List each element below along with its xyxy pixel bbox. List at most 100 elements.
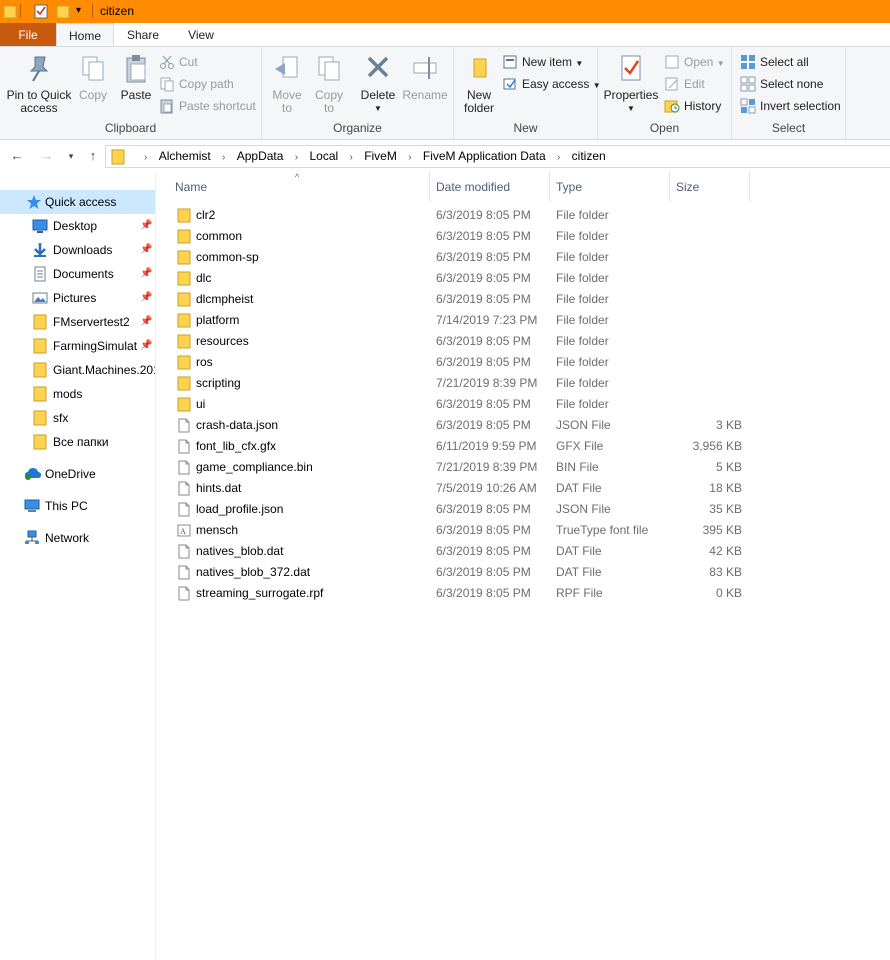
ribbon-tabs: File Home Share View bbox=[0, 23, 890, 47]
sidebar-item-giant-machines[interactable]: Giant.Machines.201 bbox=[0, 358, 155, 382]
rename-button[interactable]: Rename bbox=[402, 53, 448, 102]
file-date-modified: 6/3/2019 8:05 PM bbox=[436, 565, 531, 579]
address-bar[interactable]: › Alchemist › AppData › Local › FiveM › … bbox=[105, 145, 890, 168]
new-group: New folder New item ▼ Easy access ▼ New bbox=[454, 47, 601, 139]
pin-to-quick-access-button[interactable]: Pin to Quick access bbox=[4, 53, 74, 115]
file-row[interactable]: resources 6/3/2019 8:05 PM File folder bbox=[175, 331, 755, 352]
file-name: mensch bbox=[196, 523, 239, 537]
file-row[interactable]: hints.dat 7/5/2019 10:26 AM DAT File 18 KB bbox=[175, 478, 755, 499]
file-row[interactable]: common 6/3/2019 8:05 PM File folder bbox=[175, 226, 755, 247]
file-row[interactable]: dlcmpheist 6/3/2019 8:05 PM File folder bbox=[175, 289, 755, 310]
chevron-right-icon[interactable]: › bbox=[557, 147, 560, 168]
file-row[interactable]: game_compliance.bin 7/21/2019 8:39 PM BIN … bbox=[175, 457, 755, 478]
recent-locations-chevron-icon[interactable]: ▾ bbox=[62, 147, 80, 165]
pin-icon[interactable]: 📌 bbox=[140, 286, 152, 310]
file-row[interactable]: natives_blob.dat 6/3/2019 8:05 PM DAT File… bbox=[175, 541, 755, 562]
file-row[interactable]: ui 6/3/2019 8:05 PM File folder bbox=[175, 394, 755, 415]
file-row[interactable]: clr2 6/3/2019 8:05 PM File folder bbox=[175, 205, 755, 226]
pin-icon[interactable]: 📌 bbox=[140, 238, 152, 262]
chevron-right-icon[interactable]: › bbox=[408, 147, 411, 168]
file-date-modified: 7/21/2019 8:39 PM bbox=[436, 460, 538, 474]
breadcrumb-item[interactable]: citizen bbox=[572, 146, 606, 167]
column-header-type[interactable]: Type bbox=[550, 172, 670, 202]
tab-view[interactable]: View bbox=[172, 23, 230, 47]
sidebar-item-farmingsimulat[interactable]: FarmingSimulat 📌 bbox=[0, 334, 155, 358]
paste-shortcut-button[interactable]: Paste shortcut bbox=[159, 96, 256, 116]
file-row[interactable]: font_lib_cfx.gfx 6/11/2019 9:59 PM GFX Fil… bbox=[175, 436, 755, 457]
customize-toolbar-icon[interactable]: ▾ bbox=[76, 5, 81, 16]
new-folder-icon[interactable] bbox=[56, 3, 70, 22]
chevron-right-icon[interactable]: › bbox=[350, 147, 353, 168]
sidebar-item-onedrive[interactable]: OneDrive bbox=[0, 462, 155, 486]
pin-icon[interactable]: 📌 bbox=[140, 262, 152, 286]
back-arrow-icon[interactable]: ← bbox=[8, 147, 26, 165]
sidebar-item-this-pc[interactable]: This PC bbox=[0, 494, 155, 518]
breadcrumb-item[interactable]: FiveM Application Data bbox=[423, 146, 546, 167]
file-size: 0 KB bbox=[715, 586, 742, 600]
history-button[interactable]: History bbox=[664, 96, 721, 116]
move-to-button[interactable]: Move to bbox=[268, 53, 306, 115]
pin-icon[interactable]: 📌 bbox=[140, 334, 152, 358]
breadcrumb-item[interactable]: FiveM bbox=[364, 146, 397, 167]
sidebar-item-mods[interactable]: mods bbox=[0, 382, 155, 406]
file-date-modified: 6/3/2019 8:05 PM bbox=[436, 544, 531, 558]
delete-button[interactable]: Delete ▼ bbox=[358, 53, 398, 115]
file-row[interactable]: dlc 6/3/2019 8:05 PM File folder bbox=[175, 268, 755, 289]
select-none-button[interactable]: Select none bbox=[740, 74, 823, 94]
file-row[interactable]: Amensch 6/3/2019 8:05 PM TrueType font fil… bbox=[175, 520, 755, 541]
sidebar-item-downloads[interactable]: Downloads 📌 bbox=[0, 238, 155, 262]
documents-icon bbox=[32, 266, 48, 286]
copy-button[interactable]: Copy bbox=[76, 53, 110, 102]
column-header-date-modified[interactable]: Date modified bbox=[430, 172, 550, 202]
tab-share[interactable]: Share bbox=[114, 23, 172, 47]
properties-icon[interactable] bbox=[34, 3, 48, 22]
chevron-right-icon[interactable]: › bbox=[295, 147, 298, 168]
file-date-modified: 6/3/2019 8:05 PM bbox=[436, 586, 531, 600]
select-group-label: Select bbox=[771, 121, 806, 135]
sidebar-item-pictures[interactable]: Pictures 📌 bbox=[0, 286, 155, 310]
file-row[interactable]: ros 6/3/2019 8:05 PM File folder bbox=[175, 352, 755, 373]
paste-button[interactable]: Paste bbox=[118, 53, 154, 102]
breadcrumb-item[interactable]: AppData bbox=[237, 146, 284, 167]
breadcrumb-item[interactable]: Alchemist bbox=[159, 146, 211, 167]
invert-selection-button[interactable]: Invert selection bbox=[740, 96, 841, 116]
file-row[interactable]: common-sp 6/3/2019 8:05 PM File folder bbox=[175, 247, 755, 268]
file-row[interactable]: natives_blob_372.dat 6/3/2019 8:05 PM DAT … bbox=[175, 562, 755, 583]
copy-to-button[interactable]: Copy to bbox=[310, 53, 348, 115]
chevron-right-icon[interactable]: › bbox=[222, 147, 225, 168]
file-row[interactable]: load_profile.json 6/3/2019 8:05 PM JSON Fi… bbox=[175, 499, 755, 520]
pin-icon[interactable]: 📌 bbox=[140, 310, 152, 334]
sidebar-item-documents[interactable]: Documents 📌 bbox=[0, 262, 155, 286]
pin-icon[interactable]: 📌 bbox=[140, 214, 152, 238]
quick-access-item[interactable]: Quick access bbox=[0, 190, 155, 214]
cut-button[interactable]: Cut bbox=[159, 52, 198, 72]
sidebar-item-desktop[interactable]: Desktop 📌 bbox=[0, 214, 155, 238]
select-all-button[interactable]: Select all bbox=[740, 52, 809, 72]
sidebar-item-fmservertest2[interactable]: FMservertest2 📌 bbox=[0, 310, 155, 334]
new-item-button[interactable]: New item ▼ bbox=[502, 52, 583, 72]
column-header-name[interactable]: Name bbox=[169, 172, 430, 202]
folder-icon bbox=[32, 386, 48, 406]
new-folder-button[interactable]: New folder bbox=[460, 53, 498, 115]
file-row[interactable]: scripting 7/21/2019 8:39 PM File folder bbox=[175, 373, 755, 394]
sidebar-item-network[interactable]: Network bbox=[0, 526, 155, 550]
sidebar-item-all-folders[interactable]: Все папки bbox=[0, 430, 155, 454]
edit-button[interactable]: Edit bbox=[664, 74, 705, 94]
properties-button[interactable]: Properties ▼ bbox=[602, 53, 660, 115]
file-row[interactable]: platform 7/14/2019 7:23 PM File folder bbox=[175, 310, 755, 331]
tab-file[interactable]: File bbox=[0, 23, 56, 47]
file-row[interactable]: streaming_surrogate.rpf 6/3/2019 8:05 PM R… bbox=[175, 583, 755, 604]
copy-path-button[interactable]: Copy path bbox=[159, 74, 234, 94]
easy-access-button[interactable]: Easy access ▼ bbox=[502, 74, 601, 94]
file-name: font_lib_cfx.gfx bbox=[196, 439, 277, 453]
breadcrumb-item[interactable]: Local bbox=[309, 146, 338, 167]
column-header-size[interactable]: Size bbox=[670, 172, 750, 202]
file-size: 42 KB bbox=[709, 544, 742, 558]
file-name: ui bbox=[196, 397, 206, 411]
forward-arrow-icon[interactable]: → bbox=[38, 147, 56, 165]
up-arrow-icon[interactable]: ↑ bbox=[84, 147, 102, 165]
sidebar-item-sfx[interactable]: sfx bbox=[0, 406, 155, 430]
file-row[interactable]: crash-data.json 6/3/2019 8:05 PM JSON File… bbox=[175, 415, 755, 436]
open-button[interactable]: Open ▼ bbox=[664, 52, 725, 72]
tab-home[interactable]: Home bbox=[56, 23, 114, 47]
